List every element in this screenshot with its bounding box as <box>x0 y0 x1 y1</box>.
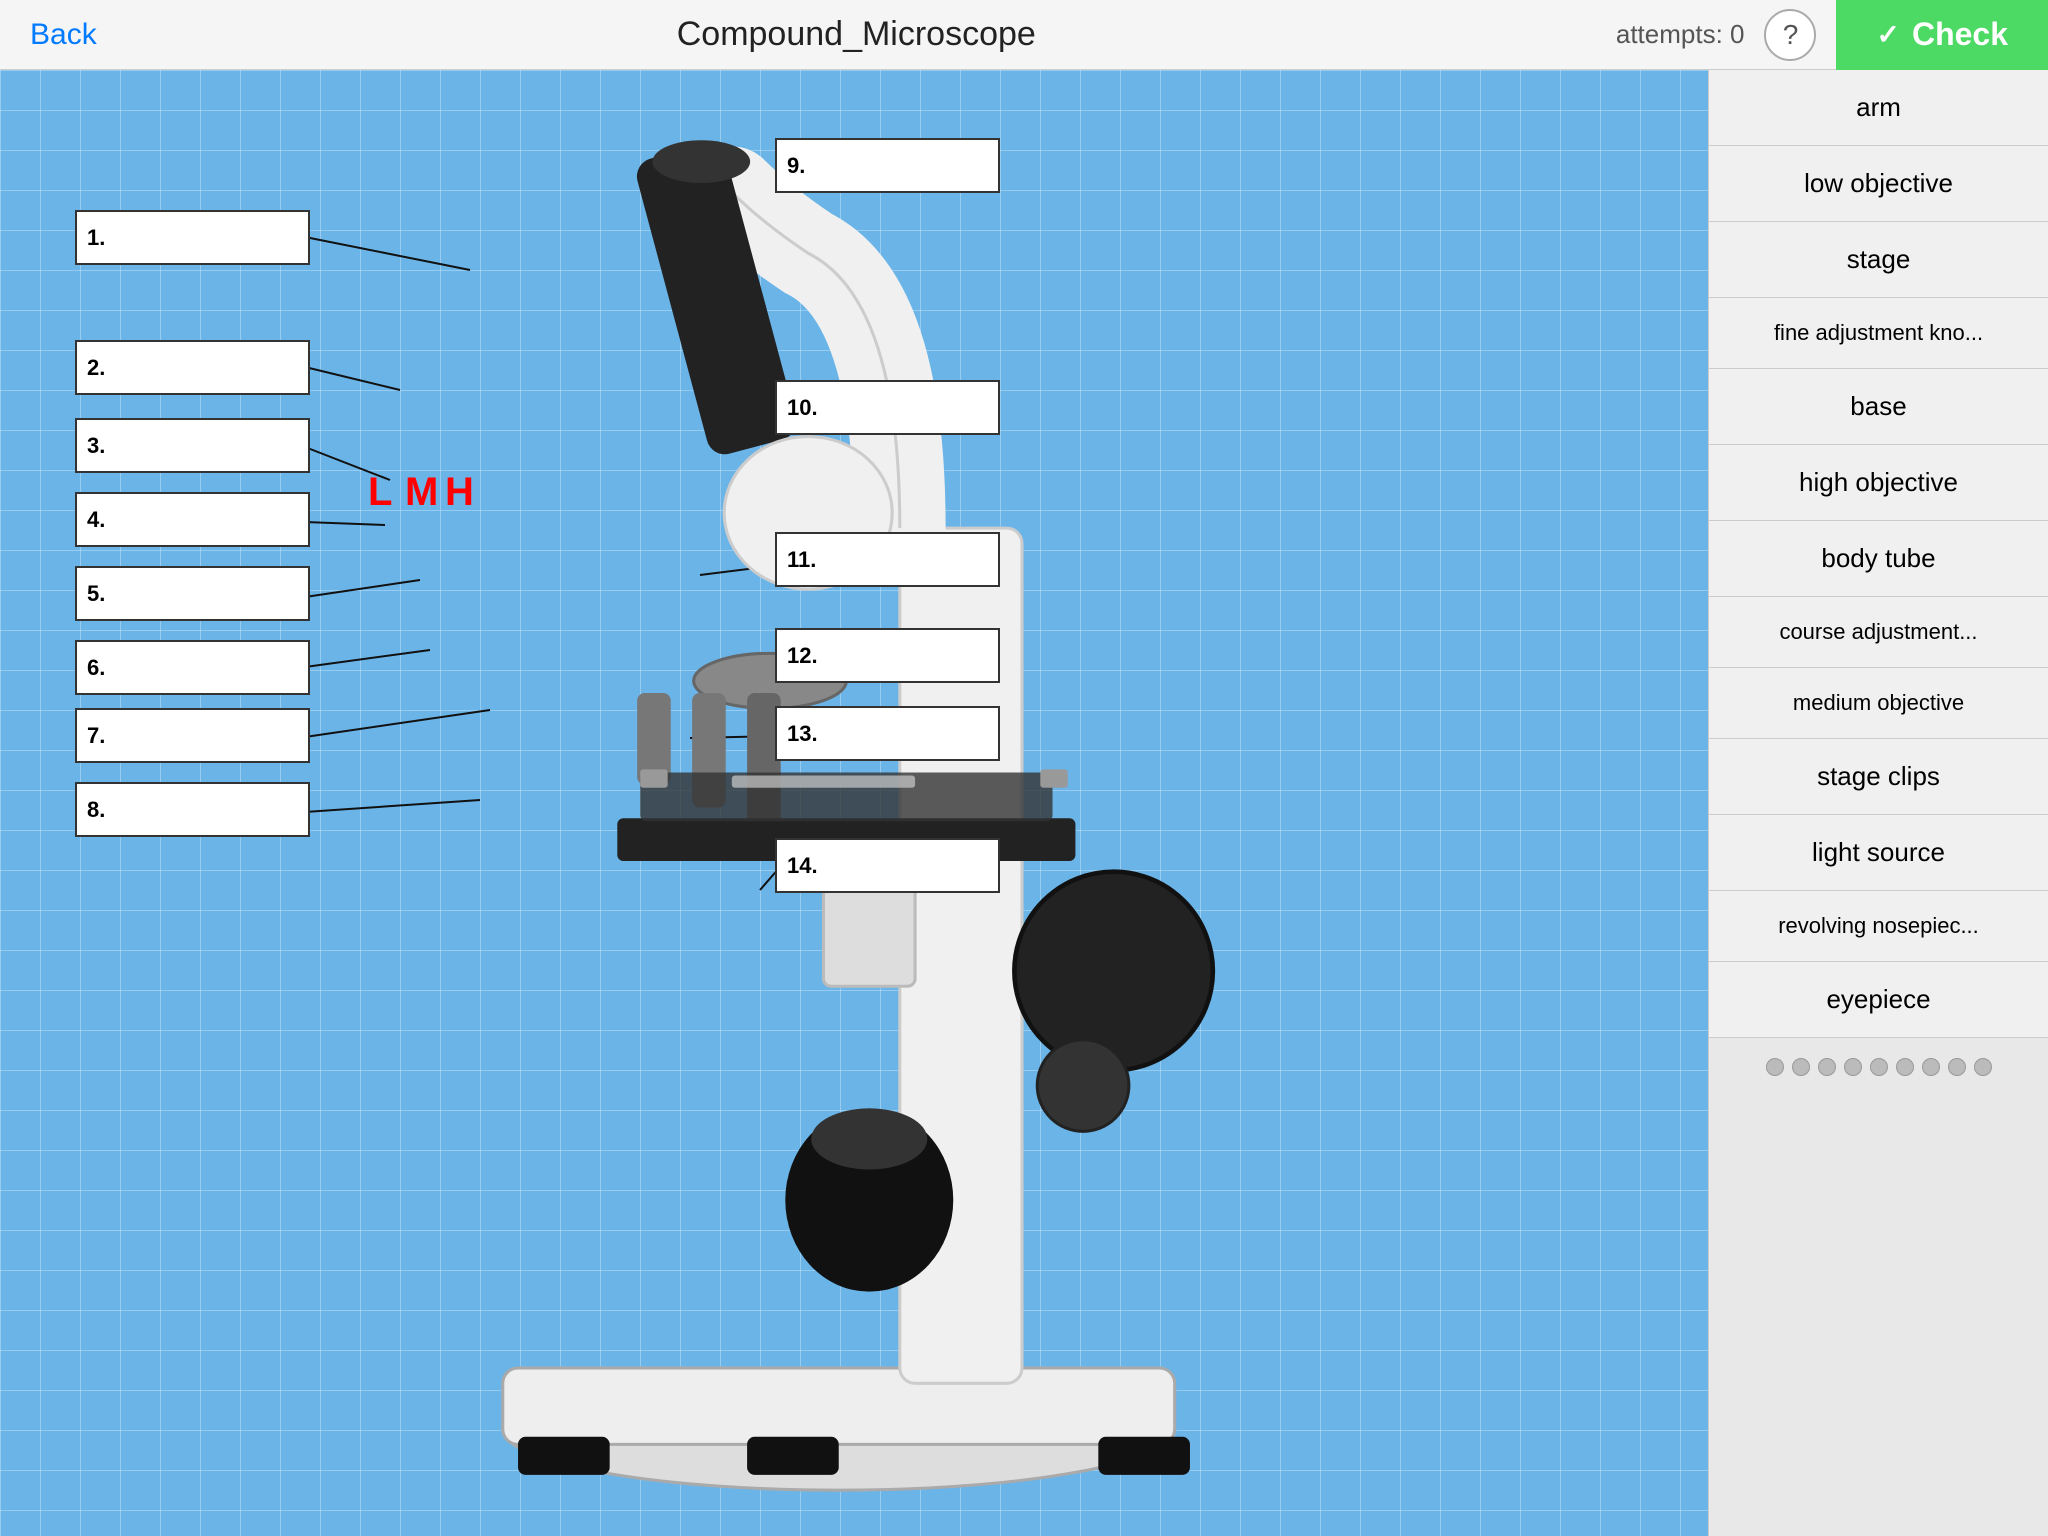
label-num-3: 3. <box>87 433 105 459</box>
label-box-6[interactable]: 6. <box>75 640 310 695</box>
dot-8 <box>1948 1058 1966 1076</box>
label-num-1: 1. <box>87 225 105 251</box>
dot-5 <box>1870 1058 1888 1076</box>
header: Back Compound_Microscope attempts: 0 ? ✓… <box>0 0 2048 70</box>
answer-stage-clips[interactable]: stage clips <box>1709 739 2048 815</box>
answer-eyepiece[interactable]: eyepiece <box>1709 962 2048 1038</box>
label-box-7[interactable]: 7. <box>75 708 310 763</box>
label-num-10: 10. <box>787 395 818 421</box>
label-box-5[interactable]: 5. <box>75 566 310 621</box>
label-box-13[interactable]: 13. <box>775 706 1000 761</box>
answer-fine-adjustment[interactable]: fine adjustment kno... <box>1709 298 2048 369</box>
answer-stage[interactable]: stage <box>1709 222 2048 298</box>
answer-course-adjustment[interactable]: course adjustment... <box>1709 597 2048 668</box>
answer-medium-objective[interactable]: medium objective <box>1709 668 2048 739</box>
dots-area <box>1709 1038 2048 1096</box>
dot-3 <box>1818 1058 1836 1076</box>
label-num-5: 5. <box>87 581 105 607</box>
check-label: Check <box>1912 16 2008 53</box>
attempts-counter: attempts: 0 <box>1616 19 1745 50</box>
dot-9 <box>1974 1058 1992 1076</box>
label-box-10[interactable]: 10. <box>775 380 1000 435</box>
answer-high-objective[interactable]: high objective <box>1709 445 2048 521</box>
question-icon: ? <box>1783 19 1799 51</box>
dot-6 <box>1896 1058 1914 1076</box>
answer-arm[interactable]: arm <box>1709 70 2048 146</box>
label-num-8: 8. <box>87 797 105 823</box>
dot-1 <box>1766 1058 1784 1076</box>
check-button[interactable]: ✓ Check <box>1836 0 2048 70</box>
label-num-7: 7. <box>87 723 105 749</box>
label-num-4: 4. <box>87 507 105 533</box>
checkmark-icon: ✓ <box>1876 18 1899 51</box>
answer-low-objective[interactable]: low objective <box>1709 146 2048 222</box>
answers-panel: arm low objective stage fine adjustment … <box>1708 70 2048 1536</box>
label-box-12[interactable]: 12. <box>775 628 1000 683</box>
help-button[interactable]: ? <box>1764 9 1816 61</box>
dot-2 <box>1792 1058 1810 1076</box>
label-num-9: 9. <box>787 153 805 179</box>
label-box-1[interactable]: 1. <box>75 210 310 265</box>
label-num-13: 13. <box>787 721 818 747</box>
dot-7 <box>1922 1058 1940 1076</box>
label-num-12: 12. <box>787 643 818 669</box>
main-content: L M H <box>0 70 2048 1536</box>
dot-4 <box>1844 1058 1862 1076</box>
answer-revolving-nosepiece[interactable]: revolving nosepiec... <box>1709 891 2048 962</box>
page-title: Compound_Microscope <box>97 15 1616 54</box>
label-num-6: 6. <box>87 655 105 681</box>
back-button[interactable]: Back <box>30 18 97 52</box>
label-box-8[interactable]: 8. <box>75 782 310 837</box>
diagram-area: L M H <box>0 70 1708 1536</box>
answer-body-tube[interactable]: body tube <box>1709 521 2048 597</box>
label-num-14: 14. <box>787 853 818 879</box>
label-box-3[interactable]: 3. <box>75 418 310 473</box>
label-box-2[interactable]: 2. <box>75 340 310 395</box>
label-num-11: 11. <box>787 547 816 573</box>
answer-base[interactable]: base <box>1709 369 2048 445</box>
label-num-2: 2. <box>87 355 105 381</box>
answer-light-source[interactable]: light source <box>1709 815 2048 891</box>
label-box-4[interactable]: 4. <box>75 492 310 547</box>
label-box-9[interactable]: 9. <box>775 138 1000 193</box>
label-box-11[interactable]: 11. <box>775 532 1000 587</box>
label-box-14[interactable]: 14. <box>775 838 1000 893</box>
